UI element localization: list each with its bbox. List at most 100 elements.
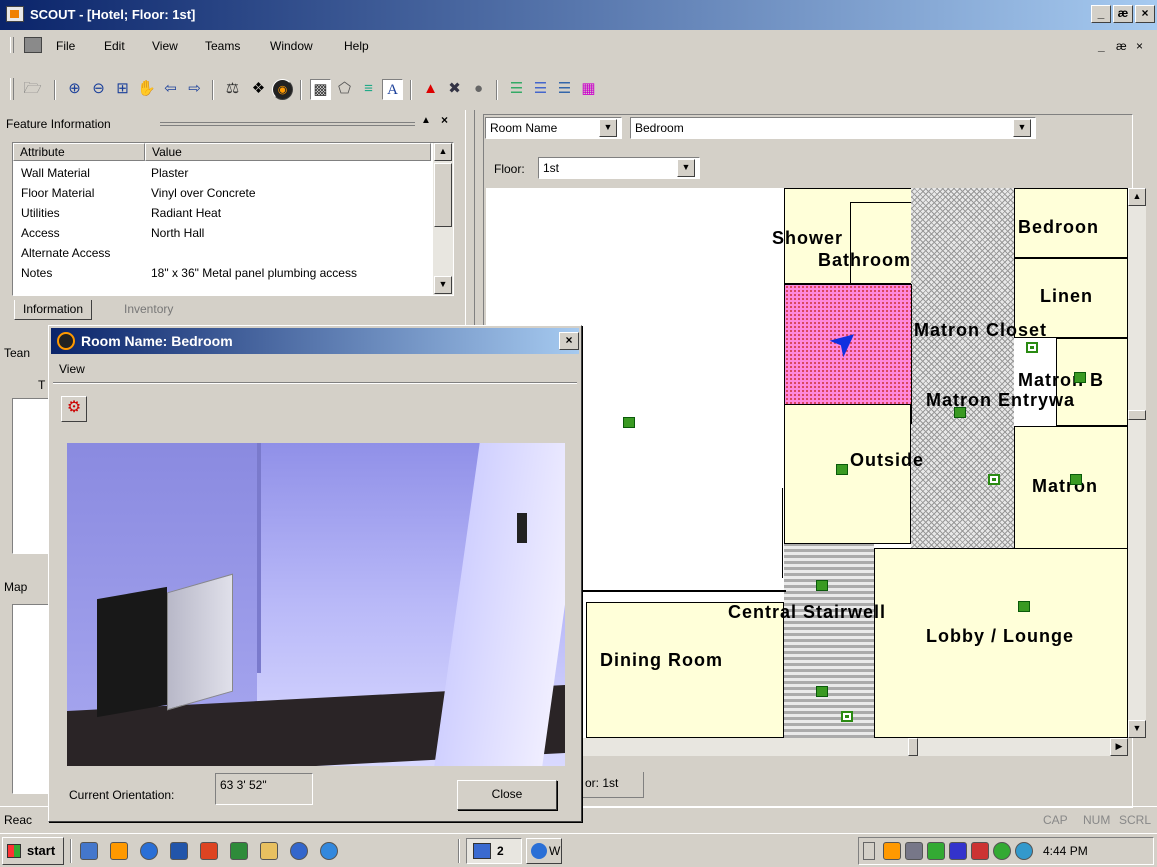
scroll-up-button[interactable]: ▲ [434, 143, 452, 161]
color-palette-icon[interactable]: ▦ [578, 79, 599, 100]
tray-icon-clock[interactable] [883, 842, 901, 860]
map-vertical-scrollbar[interactable]: ▲ ▼ [1128, 188, 1146, 738]
floor-select[interactable]: 1st ▼ [538, 157, 700, 179]
scroll-thumb[interactable] [434, 163, 452, 227]
restore-button[interactable]: æ [1113, 5, 1133, 23]
attribute-scrollbar[interactable]: ▲ ▼ [433, 143, 453, 295]
tray-icon-shield[interactable] [949, 842, 967, 860]
child-minimize-button[interactable]: _ [1098, 39, 1105, 53]
excel-icon[interactable] [230, 842, 248, 860]
child-restore-button[interactable]: æ [1116, 39, 1127, 53]
menu-file[interactable]: File [56, 39, 75, 53]
camera-point-icon[interactable] [816, 580, 828, 591]
camera-point-icon[interactable] [1074, 372, 1086, 383]
tab-inventory[interactable]: Inventory [116, 300, 181, 320]
tray-icon-user[interactable] [971, 842, 989, 860]
minimize-button[interactable]: _ [1091, 5, 1111, 23]
chevron-down-icon[interactable]: ▼ [677, 159, 695, 177]
open-folder-icon[interactable]: 🗁 [22, 79, 43, 100]
chevron-down-icon[interactable]: ▼ [1013, 119, 1031, 137]
menu-window[interactable]: Window [270, 39, 313, 53]
internet-explorer-icon[interactable] [140, 842, 158, 860]
media-icon[interactable] [290, 842, 308, 860]
hallway-hatched[interactable] [911, 188, 1014, 548]
label-text-icon[interactable]: A [382, 79, 403, 100]
info-icon[interactable]: ❖ [248, 79, 269, 100]
search-value-select[interactable]: Bedroom ▼ [630, 117, 1036, 139]
ipix-icon[interactable]: ◉ [272, 79, 293, 100]
map-overview[interactable] [12, 604, 52, 794]
menu-edit[interactable]: Edit [104, 39, 125, 53]
tray-icon-2[interactable] [905, 842, 923, 860]
map-horizontal-scrollbar[interactable]: ▶ [582, 738, 1128, 756]
close-window-button[interactable]: × [1135, 5, 1155, 23]
column-header-attribute[interactable]: Attribute [13, 143, 145, 161]
warning-triangle-icon[interactable]: ▲ [420, 79, 441, 100]
tab-information[interactable]: Information [14, 300, 93, 320]
teams-list[interactable] [12, 398, 52, 554]
table-row[interactable]: Access North Hall [15, 223, 363, 243]
central-stairwell-area[interactable] [784, 544, 874, 738]
scroll-thumb[interactable] [1128, 410, 1146, 420]
dialog-close-icon[interactable]: × [559, 332, 579, 350]
camera-point-icon[interactable] [1018, 601, 1030, 612]
camera-layer-icon[interactable]: ▩ [310, 79, 331, 100]
search-field-select[interactable]: Room Name ▼ [485, 117, 622, 139]
tray-icon-network[interactable] [993, 842, 1011, 860]
table-row[interactable]: Wall Material Plaster [15, 163, 363, 183]
navigate-tool-icon[interactable]: ⚙ [61, 396, 87, 422]
taskbar-scout-button[interactable]: 2 [466, 838, 522, 864]
panorama-photo[interactable] [67, 443, 565, 766]
folder-icon[interactable] [260, 842, 278, 860]
hazard-icon[interactable]: ✖ [444, 79, 465, 100]
scroll-right-button[interactable]: ▶ [1110, 738, 1128, 756]
window-title-bar[interactable]: SCOUT - [Hotel; Floor: 1st] _ æ × [0, 0, 1157, 30]
pane-collapse-icon[interactable]: ▲ [421, 115, 431, 126]
taskbar-window-button[interactable]: W [526, 838, 562, 864]
menu-help[interactable]: Help [344, 39, 369, 53]
zoom-extent-icon[interactable]: ⊞ [112, 79, 133, 100]
word-icon[interactable] [170, 842, 188, 860]
child-close-button[interactable]: × [1136, 39, 1143, 53]
scroll-thumb[interactable] [908, 738, 918, 756]
camera-point-icon[interactable] [1070, 474, 1082, 485]
quicklaunch-icon-2[interactable] [110, 842, 128, 860]
table-row[interactable]: Alternate Access [15, 243, 363, 263]
attribute-list[interactable]: Attribute Value Wall Material Plaster Flo… [12, 142, 454, 296]
volume-spin-icon[interactable] [863, 842, 875, 860]
scroll-down-button[interactable]: ▼ [434, 276, 452, 294]
grid-lines-icon-2[interactable]: ☰ [530, 79, 551, 100]
forward-arrow-icon[interactable]: ⇨ [184, 79, 205, 100]
close-button[interactable]: Close [457, 780, 557, 810]
camera-point-boxed-icon[interactable] [1026, 342, 1038, 353]
zoom-out-icon[interactable]: ⊖ [88, 79, 109, 100]
table-row[interactable]: Utilities Radiant Heat [15, 203, 363, 223]
layers-icon[interactable]: ≡ [358, 79, 379, 100]
pan-hand-icon[interactable]: ✋ [136, 79, 157, 100]
camera-point-icon[interactable] [816, 686, 828, 697]
camera-point-icon[interactable] [836, 464, 848, 475]
camera-point-boxed-icon[interactable] [988, 474, 1000, 485]
floor-plan-map[interactable]: Shower Bathroom Bedroon Linen Matron Clo… [486, 188, 1128, 738]
table-row[interactable]: Notes 18" x 36" Metal panel plumbing acce… [15, 263, 363, 283]
document-icon[interactable] [24, 37, 42, 53]
menu-view[interactable]: View [152, 39, 178, 53]
pane-close-icon[interactable]: × [441, 113, 448, 127]
dialog-menu-view[interactable]: View [59, 362, 85, 376]
back-arrow-icon[interactable]: ⇦ [160, 79, 181, 100]
table-row[interactable]: Floor Material Vinyl over Concrete [15, 183, 363, 203]
scroll-up-button[interactable]: ▲ [1128, 188, 1146, 206]
polygon-icon[interactable]: ⬠ [334, 79, 355, 100]
tray-icon-7[interactable] [1015, 842, 1033, 860]
tray-icon-3[interactable] [927, 842, 945, 860]
measure-icon[interactable]: ⚖ [222, 79, 243, 100]
menu-teams[interactable]: Teams [205, 39, 240, 53]
quicklaunch-icon-1[interactable] [80, 842, 98, 860]
grid-lines-icon-3[interactable]: ☰ [554, 79, 575, 100]
column-header-value[interactable]: Value [145, 143, 431, 161]
zoom-in-icon[interactable]: ⊕ [64, 79, 85, 100]
grid-lines-icon-1[interactable]: ☰ [506, 79, 527, 100]
start-button[interactable]: start [2, 837, 64, 865]
camera-point-boxed-icon[interactable] [841, 711, 853, 722]
fire-icon[interactable]: ● [468, 79, 489, 100]
